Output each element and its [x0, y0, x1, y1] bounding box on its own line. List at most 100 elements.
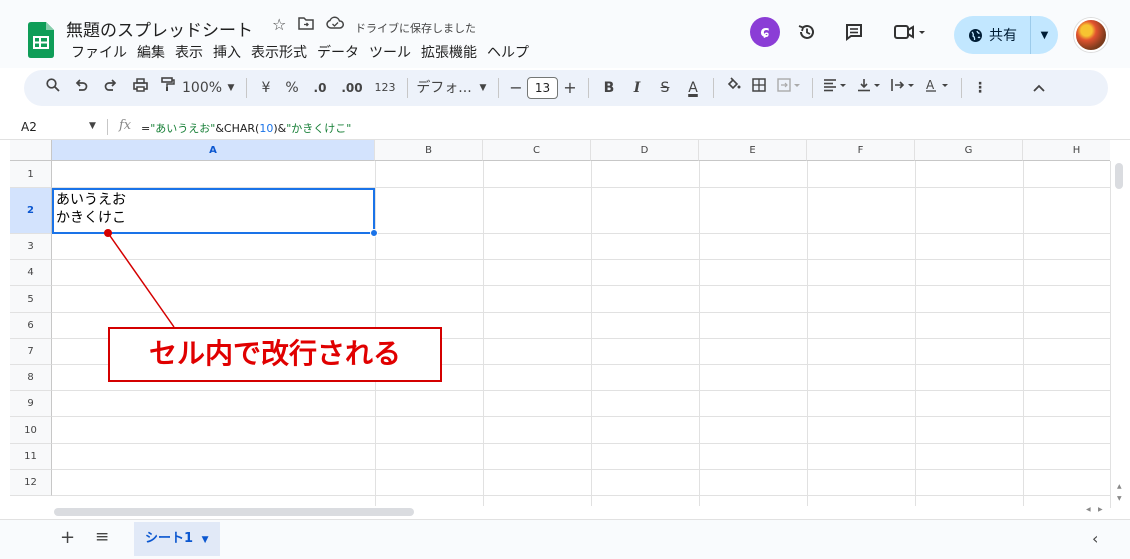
globe-icon — [969, 28, 982, 42]
row-header-7[interactable]: 7 — [10, 339, 52, 365]
grid-line — [52, 312, 1110, 313]
font-select[interactable]: デフォ... — [414, 76, 474, 100]
select-all-corner[interactable] — [10, 140, 52, 161]
print-icon[interactable] — [126, 76, 154, 100]
font-size-increase-button[interactable]: + — [558, 76, 582, 100]
scroll-up-icon[interactable]: ▲ — [1117, 483, 1122, 490]
horizontal-scroll-thumb[interactable] — [54, 508, 414, 516]
column-header-g[interactable]: G — [915, 140, 1023, 161]
search-menus-icon[interactable] — [40, 76, 66, 100]
row-header-1[interactable]: 1 — [10, 161, 52, 188]
row-header-12[interactable]: 12 — [10, 470, 52, 496]
font-dropdown-icon[interactable]: ▼ — [474, 76, 492, 100]
horizontal-align-icon[interactable] — [819, 76, 853, 100]
decrease-decimal-button[interactable]: .0 — [305, 76, 335, 100]
sheet-tab-dropdown-icon[interactable]: ▼ — [202, 535, 209, 545]
row-header-11[interactable]: 11 — [10, 444, 52, 470]
grid-line — [52, 495, 1110, 496]
column-header-b[interactable]: B — [375, 140, 483, 161]
menu-help[interactable]: ヘルプ — [482, 42, 534, 62]
paint-format-icon[interactable] — [154, 76, 182, 100]
column-header-d[interactable]: D — [591, 140, 699, 161]
spreadsheet-grid[interactable]: A B C D E F G H 1 2 3 4 5 6 7 8 9 10 11 … — [10, 140, 1110, 508]
column-header-h[interactable]: H — [1023, 140, 1110, 161]
grid-line — [52, 416, 1110, 417]
menu-edit[interactable]: 編集 — [132, 42, 170, 62]
formula-string: "あいうえお" — [150, 122, 216, 135]
scroll-left-icon[interactable]: ◀ — [1086, 506, 1091, 513]
currency-format-button[interactable]: ¥ — [253, 76, 279, 100]
grid-line — [52, 390, 1110, 391]
column-header-c[interactable]: C — [483, 140, 591, 161]
borders-icon[interactable] — [746, 76, 772, 100]
menu-view[interactable]: 表示 — [170, 42, 208, 62]
document-title[interactable]: 無題のスプレッドシート — [66, 16, 253, 41]
more-options-icon[interactable]: ⋮ — [968, 76, 992, 100]
meet-icon[interactable] — [893, 22, 927, 47]
row-header-8[interactable]: 8 — [10, 365, 52, 391]
extension-icon[interactable]: ɕ — [750, 17, 780, 47]
merge-cells-icon[interactable] — [772, 76, 806, 100]
all-sheets-icon[interactable]: ≡ — [95, 527, 109, 547]
font-size-decrease-button[interactable]: − — [505, 76, 527, 100]
avatar[interactable] — [1074, 18, 1108, 52]
formula-part: &CHAR( — [215, 122, 260, 135]
bold-button[interactable]: B — [595, 76, 623, 100]
menu-data[interactable]: データ — [312, 42, 364, 62]
share-dropdown-icon[interactable]: ▼ — [1031, 30, 1058, 41]
text-color-button[interactable]: A — [679, 76, 707, 100]
star-icon[interactable]: ☆ — [272, 15, 286, 35]
redo-icon[interactable] — [96, 76, 126, 100]
font-size-input[interactable]: 13 — [527, 77, 558, 99]
fx-icon: fx — [119, 118, 132, 133]
sheet-tab-1[interactable]: シート1 ▼ — [134, 522, 220, 556]
strikethrough-button[interactable]: S — [651, 76, 679, 100]
name-box[interactable]: A2 — [21, 120, 37, 134]
formula-input[interactable]: ="あいうえお"&CHAR(10)&"かきくけこ" — [141, 120, 351, 136]
zoom-dropdown-icon[interactable]: ▼ — [222, 76, 240, 100]
text-rotation-icon[interactable]: A — [921, 76, 955, 100]
share-button[interactable]: 共有 ▼ — [954, 16, 1058, 54]
more-formats-button[interactable]: 123 — [369, 76, 401, 100]
row-header-5[interactable]: 5 — [10, 286, 52, 313]
undo-icon[interactable] — [66, 76, 96, 100]
menu-file[interactable]: ファイル — [66, 42, 132, 62]
version-history-icon[interactable] — [797, 22, 817, 47]
column-header-e[interactable]: E — [699, 140, 807, 161]
text-wrapping-icon[interactable] — [887, 76, 921, 100]
sheets-logo-icon[interactable] — [28, 22, 54, 58]
fill-color-icon[interactable] — [720, 76, 746, 100]
vertical-align-icon[interactable] — [853, 76, 887, 100]
comments-icon[interactable] — [844, 22, 864, 47]
app-header: 無題のスプレッドシート ☆ ドライブに保存しました ファイル 編集 表示 挿入 … — [0, 0, 1130, 68]
row-header-9[interactable]: 9 — [10, 391, 52, 417]
scroll-right-icon[interactable]: ▶ — [1098, 506, 1103, 513]
row-header-4[interactable]: 4 — [10, 260, 52, 286]
vertical-scroll-thumb[interactable] — [1115, 163, 1123, 189]
move-folder-icon[interactable] — [298, 15, 315, 35]
row-header-3[interactable]: 3 — [10, 234, 52, 260]
column-header-f[interactable]: F — [807, 140, 915, 161]
side-panel-toggle-icon[interactable]: ‹ — [1092, 529, 1098, 548]
italic-button[interactable]: I — [623, 76, 651, 100]
row-header-2[interactable]: 2 — [10, 188, 52, 234]
menu-extensions[interactable]: 拡張機能 — [416, 42, 482, 62]
zoom-select[interactable]: 100% — [182, 76, 222, 100]
svg-text:A: A — [926, 78, 935, 92]
name-box-dropdown-icon[interactable]: ▼ — [89, 121, 96, 131]
cloud-saved-icon[interactable] — [326, 15, 345, 35]
menu-format[interactable]: 表示形式 — [246, 42, 312, 62]
row-header-6[interactable]: 6 — [10, 313, 52, 339]
add-sheet-icon[interactable]: + — [60, 527, 75, 548]
column-header-a[interactable]: A — [52, 140, 375, 161]
scroll-down-icon[interactable]: ▼ — [1117, 495, 1122, 502]
percent-format-button[interactable]: % — [279, 76, 305, 100]
menu-tools[interactable]: ツール — [364, 42, 416, 62]
collapse-toolbar-icon[interactable] — [1024, 76, 1054, 100]
row-header-10[interactable]: 10 — [10, 417, 52, 444]
fill-handle[interactable] — [370, 229, 378, 237]
increase-decimal-button[interactable]: .00 — [335, 76, 369, 100]
horizontal-scrollbar[interactable]: ◀ ▶ — [52, 506, 1110, 518]
menu-insert[interactable]: 挿入 — [208, 42, 246, 62]
vertical-scrollbar[interactable]: ▲ ▼ — [1110, 161, 1130, 508]
